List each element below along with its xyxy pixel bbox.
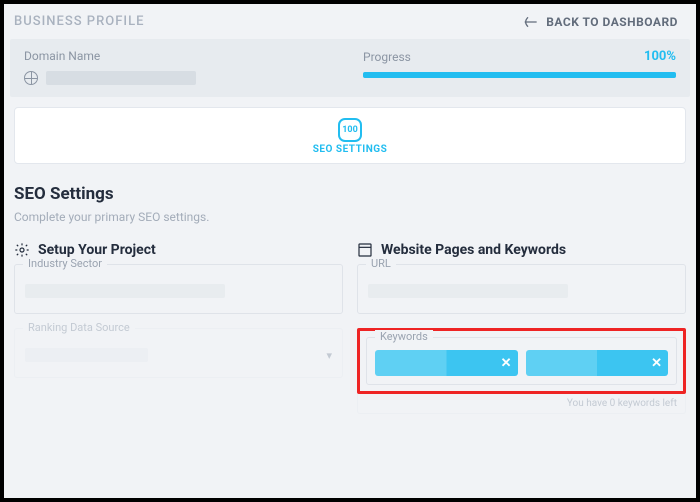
keywords-remaining-hint: You have 0 keywords left — [357, 394, 686, 414]
back-to-dashboard-link[interactable]: BACK TO DASHBOARD — [522, 15, 678, 29]
industry-sector-field[interactable]: Industry Sector — [14, 264, 343, 314]
chevron-down-icon: ▾ — [326, 349, 332, 362]
domain-name-value — [46, 71, 196, 85]
ranking-data-source-field[interactable]: Ranking Data Source ▾ — [14, 328, 343, 378]
tab-label: SEO SETTINGS — [313, 144, 387, 155]
url-label: URL — [366, 257, 396, 270]
back-arrow-icon — [522, 15, 538, 29]
industry-sector-label: Industry Sector — [23, 257, 107, 270]
tab-score-badge: 100 — [338, 118, 362, 142]
page-title: BUSINESS PROFILE — [14, 14, 144, 29]
website-pages-heading: Website Pages and Keywords — [381, 242, 566, 258]
keywords-field[interactable]: Keywords ✕ ✕ — [366, 337, 677, 385]
section-subtitle: Complete your primary SEO settings. — [14, 210, 686, 224]
keywords-label: Keywords — [375, 330, 433, 343]
tab-card: 100 SEO SETTINGS — [14, 107, 686, 164]
setup-project-heading: Setup Your Project — [38, 242, 156, 258]
progress-card: Domain Name Progress 100% — [10, 39, 690, 97]
domain-name-label: Domain Name — [24, 49, 363, 63]
keyword-chip[interactable]: ✕ — [526, 350, 669, 376]
tab-seo-settings[interactable]: 100 SEO SETTINGS — [313, 118, 387, 155]
globe-icon — [24, 71, 38, 85]
url-value — [368, 284, 568, 298]
ranking-data-source-label: Ranking Data Source — [23, 321, 135, 334]
close-icon[interactable]: ✕ — [501, 357, 512, 370]
progress-bar — [363, 72, 676, 78]
industry-sector-value — [25, 284, 225, 298]
ranking-data-source-value — [25, 348, 148, 362]
back-label: BACK TO DASHBOARD — [546, 15, 678, 29]
progress-label: Progress — [363, 50, 411, 64]
gear-icon — [14, 242, 30, 258]
section-title: SEO Settings — [14, 184, 686, 204]
url-field[interactable]: URL — [357, 264, 686, 314]
progress-percent: 100% — [644, 49, 676, 64]
page-icon — [357, 242, 373, 258]
keywords-highlight: Keywords ✕ ✕ — [357, 328, 686, 394]
keyword-chip[interactable]: ✕ — [375, 350, 518, 376]
close-icon[interactable]: ✕ — [651, 357, 662, 370]
